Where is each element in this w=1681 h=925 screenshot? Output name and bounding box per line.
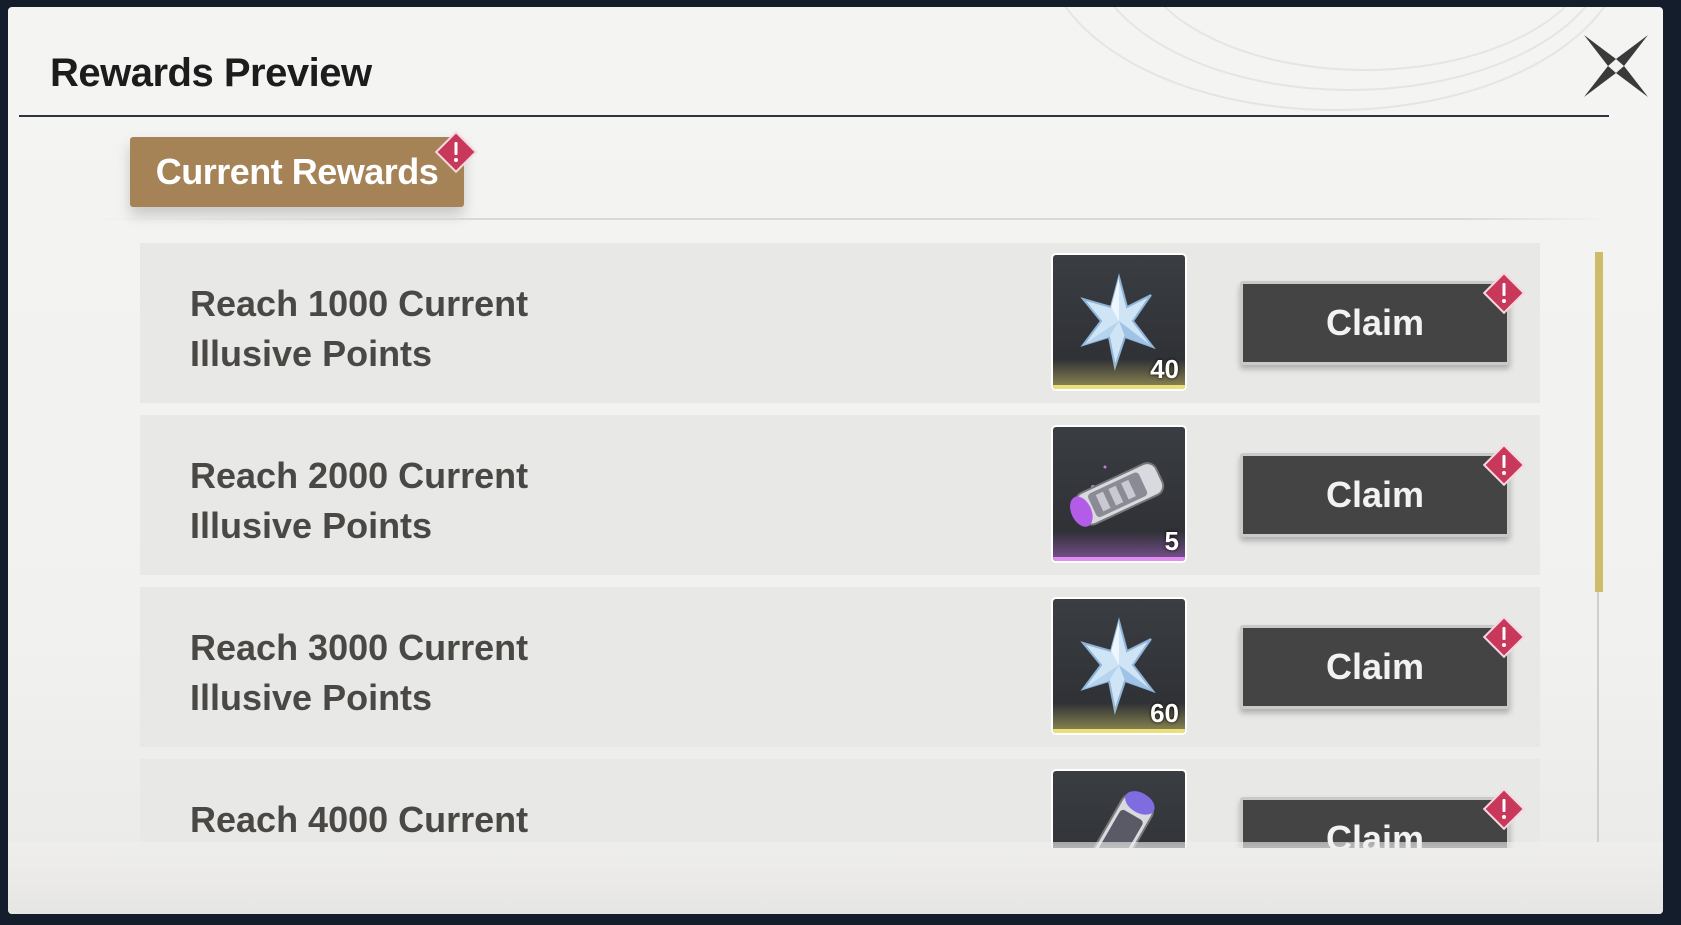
reward-requirement: Reach 2000 Current Illusive Points (190, 455, 529, 546)
claim-button[interactable]: Claim (1240, 272, 1525, 365)
reward-quantity: 5 (1164, 526, 1179, 556)
reward-item[interactable]: 40 (1053, 255, 1185, 389)
alert-icon (1483, 616, 1525, 658)
page-title: Rewards Preview (50, 51, 372, 95)
reward-row: Reach 4000 Current Claim (140, 759, 1540, 848)
reward-requirement: Reach 4000 Current (190, 799, 529, 840)
claim-button[interactable]: Claim (1240, 444, 1525, 537)
reward-item[interactable] (1053, 771, 1185, 848)
tab-label: Current Rewards (155, 151, 439, 192)
reward-quantity: 40 (1150, 354, 1179, 384)
rewards-preview-panel: Rewards Preview Current Rewards Reach 10… (8, 7, 1663, 914)
alert-icon (1483, 788, 1525, 830)
purple-tube-icon (1085, 791, 1155, 848)
alert-icon (1483, 272, 1525, 314)
scrollbar-thumb[interactable] (1595, 252, 1603, 592)
reward-quantity: 60 (1150, 698, 1179, 728)
claim-button[interactable]: Claim (1240, 788, 1525, 848)
tab-divider (88, 218, 1608, 220)
reward-item[interactable]: 5 (1053, 427, 1185, 561)
claim-label: Claim (1325, 646, 1425, 687)
alert-icon (1483, 444, 1525, 486)
claim-label: Claim (1325, 302, 1425, 343)
reward-requirement: Reach 1000 Current Illusive Points (190, 283, 529, 374)
alert-icon (435, 131, 477, 173)
bottom-fade (8, 842, 1663, 914)
tab-current-rewards[interactable]: Current Rewards (130, 131, 477, 207)
claim-button[interactable]: Claim (1240, 616, 1525, 709)
reward-requirement: Reach 3000 Current Illusive Points (190, 627, 529, 718)
reward-row: Reach 2000 Current Illusive Points 5 Cla… (140, 415, 1540, 575)
reward-row: Reach 3000 Current Illusive Points 60 Cl… (140, 587, 1540, 747)
close-x-icon (1584, 35, 1648, 97)
reward-item[interactable]: 60 (1053, 599, 1185, 733)
rewards-list[interactable]: Reach 1000 Current Illusive Points 40 Cl… (140, 243, 1560, 848)
claim-label: Claim (1325, 474, 1425, 515)
close-button[interactable] (1580, 31, 1652, 101)
reward-row: Reach 1000 Current Illusive Points 40 Cl… (140, 243, 1540, 403)
header-divider (19, 115, 1609, 117)
